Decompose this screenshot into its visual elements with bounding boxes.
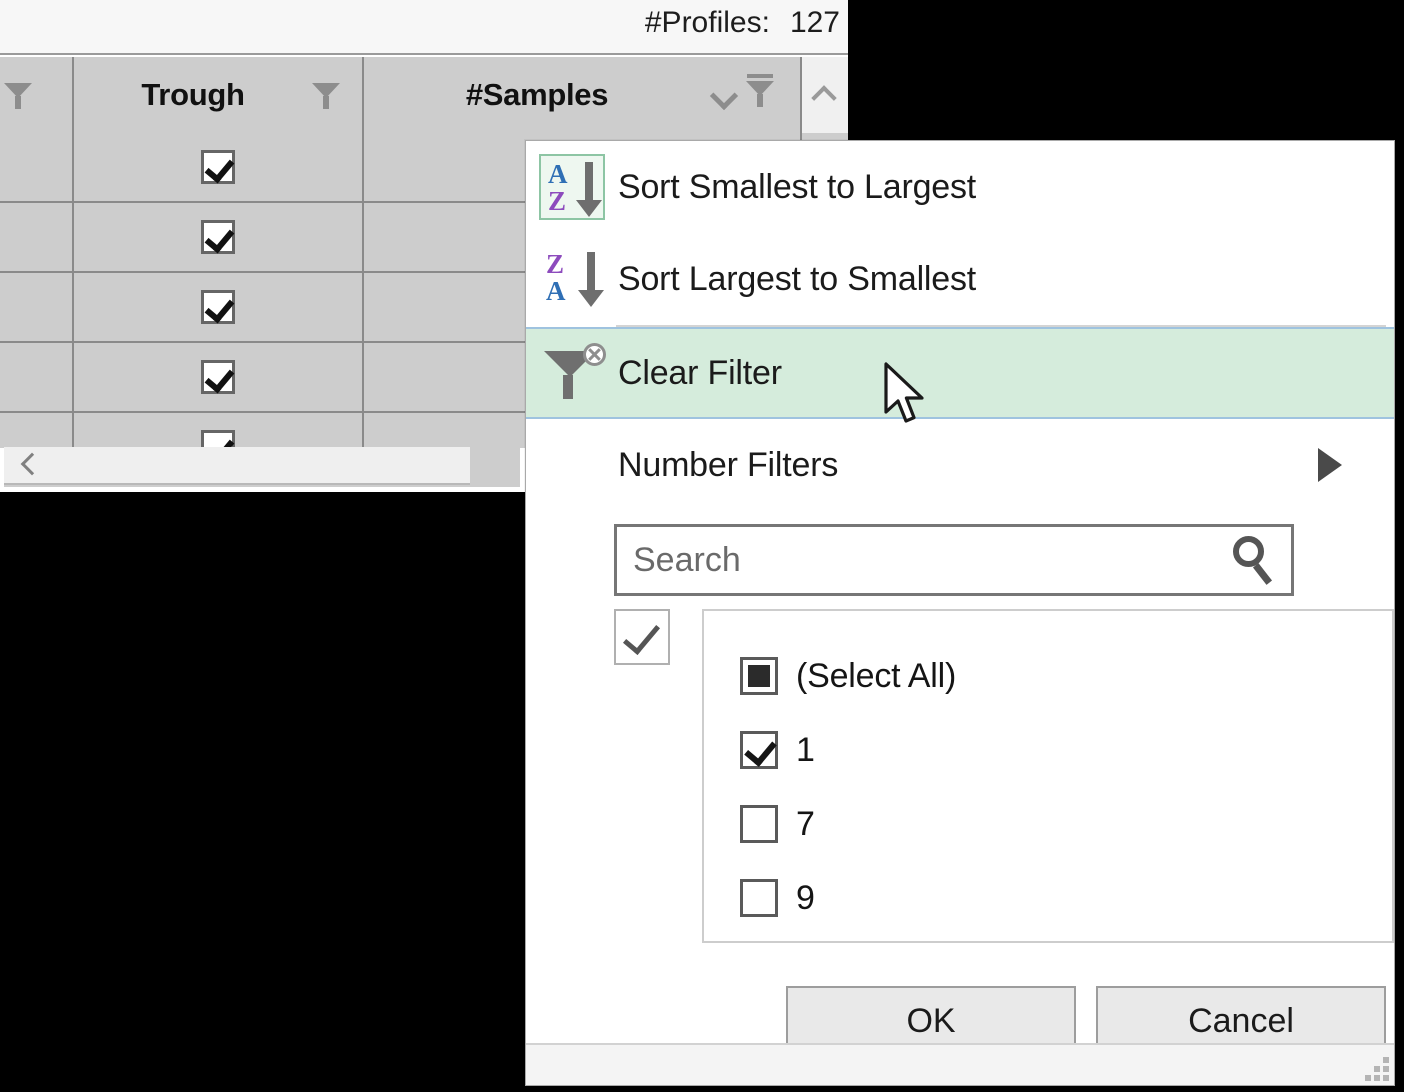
row-cell-index[interactable] bbox=[0, 413, 74, 448]
profiles-count: 127 bbox=[789, 6, 840, 39]
sort-icon-letter-top: A bbox=[548, 159, 568, 189]
row-cell-index[interactable] bbox=[0, 343, 74, 411]
trough-checkbox[interactable] bbox=[201, 290, 235, 324]
search-input[interactable] bbox=[617, 539, 1223, 581]
list-item-label: 9 bbox=[796, 878, 815, 917]
scrollbar-thumb[interactable] bbox=[4, 447, 470, 485]
column-header-filter[interactable] bbox=[0, 57, 74, 133]
value-list-container: (Select All) 1 7 9 bbox=[614, 609, 1394, 943]
menu-item-number-filters[interactable]: Number Filters bbox=[526, 419, 1394, 511]
row-cell-trough[interactable] bbox=[74, 273, 364, 341]
horizontal-scrollbar[interactable] bbox=[4, 447, 520, 487]
filter-active-icon[interactable] bbox=[746, 74, 774, 112]
list-item-checkbox[interactable] bbox=[740, 805, 778, 843]
profiles-counter: #Profiles: 127 bbox=[645, 6, 840, 40]
list-item[interactable]: 9 bbox=[704, 861, 1392, 935]
list-item-checkbox[interactable] bbox=[740, 879, 778, 917]
filter-icon[interactable] bbox=[4, 80, 32, 110]
menu-item-sort-largest-to-smallest[interactable]: Z A Sort Largest to Smallest bbox=[526, 233, 1394, 325]
value-list-box[interactable]: (Select All) 1 7 9 bbox=[702, 609, 1394, 943]
menu-item-clear-filter[interactable]: Clear Filter bbox=[526, 327, 1394, 419]
sort-icon-letter-bottom: Z bbox=[548, 186, 567, 216]
profiles-status-bar: #Profiles: 127 bbox=[0, 0, 848, 55]
search-box[interactable] bbox=[614, 524, 1294, 596]
menu-item-label: Number Filters bbox=[618, 445, 839, 484]
list-item-checkbox[interactable] bbox=[740, 657, 778, 695]
list-item[interactable]: 7 bbox=[704, 787, 1392, 861]
menu-item-sort-smallest-to-largest[interactable]: A Z Sort Smallest to Largest bbox=[526, 141, 1394, 233]
trough-checkbox[interactable] bbox=[201, 220, 235, 254]
list-item-label: 7 bbox=[796, 804, 815, 843]
scrollbar-track[interactable] bbox=[4, 447, 520, 485]
sort-descending-icon: Z A bbox=[526, 246, 618, 312]
clear-filter-icon bbox=[526, 343, 618, 401]
row-cell-trough[interactable] bbox=[74, 413, 364, 448]
search-row bbox=[614, 524, 1294, 596]
list-item[interactable]: 1 bbox=[704, 713, 1392, 787]
column-header-samples-label: #Samples bbox=[465, 77, 609, 112]
row-cell-trough[interactable] bbox=[74, 133, 364, 201]
chevron-down-icon[interactable] bbox=[710, 82, 736, 108]
grid-scroll-up-button[interactable] bbox=[802, 57, 848, 133]
menu-item-label: Clear Filter bbox=[618, 353, 782, 392]
row-cell-index[interactable] bbox=[0, 203, 74, 271]
list-item-label: (Select All) bbox=[796, 656, 957, 695]
column-header-samples[interactable]: #Samples bbox=[364, 57, 802, 133]
dialog-status-bar bbox=[526, 1043, 1394, 1085]
list-item-checkbox[interactable] bbox=[740, 731, 778, 769]
filter-icon[interactable] bbox=[312, 80, 340, 110]
sort-icon-letter-top: Z bbox=[546, 249, 565, 279]
grid-header-row: Trough #Samples bbox=[0, 57, 848, 133]
row-cell-index[interactable] bbox=[0, 133, 74, 201]
sort-ascending-icon: A Z bbox=[526, 154, 618, 220]
chevron-up-icon bbox=[813, 83, 833, 103]
resize-grip-icon[interactable] bbox=[1363, 1055, 1389, 1081]
row-cell-trough[interactable] bbox=[74, 343, 364, 411]
row-cell-trough[interactable] bbox=[74, 203, 364, 271]
submenu-arrow-icon[interactable] bbox=[1318, 448, 1342, 482]
search-icon[interactable] bbox=[1223, 530, 1291, 590]
trough-checkbox[interactable] bbox=[201, 430, 235, 448]
trough-checkbox[interactable] bbox=[201, 150, 235, 184]
menu-item-label: Sort Smallest to Largest bbox=[618, 167, 977, 206]
row-cell-index[interactable] bbox=[0, 273, 74, 341]
trough-checkbox[interactable] bbox=[201, 360, 235, 394]
list-item-label: 1 bbox=[796, 730, 815, 769]
chevron-left-icon[interactable] bbox=[20, 455, 38, 473]
profiles-label: #Profiles: bbox=[644, 6, 770, 39]
select-all-indicator-checkbox[interactable] bbox=[614, 609, 670, 665]
column-header-trough[interactable]: Trough bbox=[74, 57, 364, 133]
sort-icon-letter-bottom: A bbox=[546, 276, 566, 306]
list-item[interactable]: (Select All) bbox=[704, 639, 1392, 713]
column-header-trough-label: Trough bbox=[141, 77, 245, 112]
menu-item-label: Sort Largest to Smallest bbox=[618, 259, 977, 298]
filter-dropdown-dialog: A Z Sort Smallest to Largest Z A Sort La… bbox=[525, 140, 1395, 1086]
